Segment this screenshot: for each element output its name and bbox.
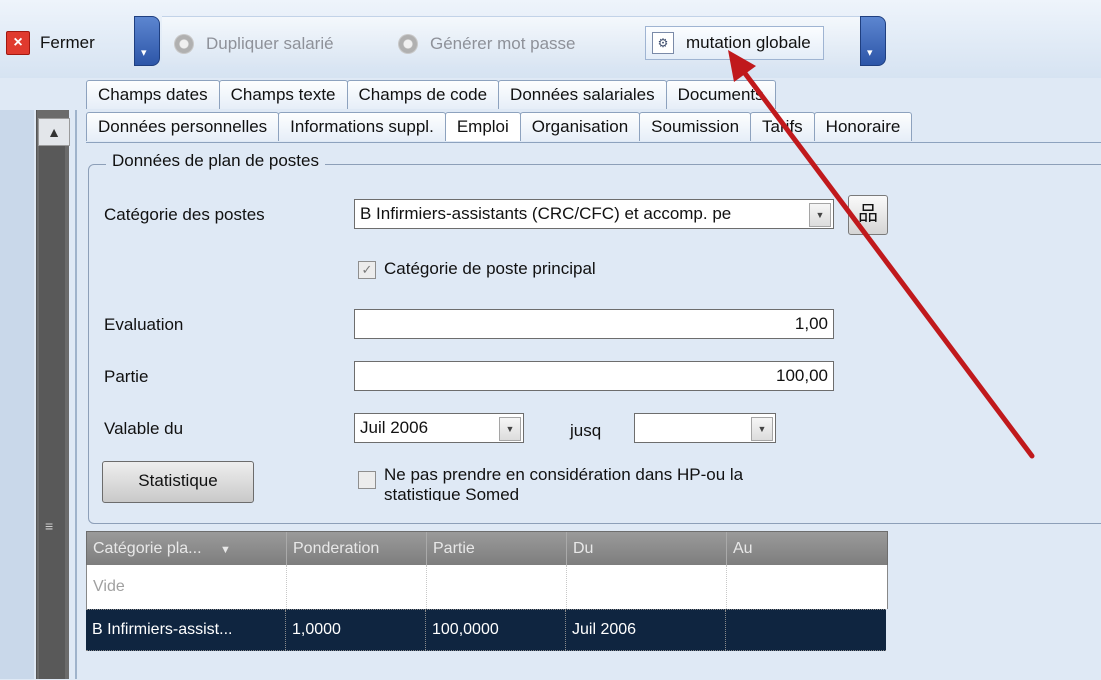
table-cell[interactable] [727, 565, 885, 609]
tab-honoraire[interactable]: Honoraire [813, 112, 913, 141]
exclude-statistic-checkbox[interactable] [358, 471, 376, 489]
tab-row-2: Données personnelles Informations suppl.… [86, 112, 913, 142]
position-grid: Catégorie pla... ▼ Ponderation Partie Du… [86, 531, 888, 680]
tab-organisation[interactable]: Organisation [519, 112, 641, 141]
table-cell-du[interactable]: Juil 2006 [566, 610, 726, 650]
exclude-statistic-line2: statistique Somed [384, 485, 520, 501]
tab-champs-texte[interactable]: Champs texte [218, 80, 348, 109]
tab-content: Données de plan de postes Catégorie des … [86, 142, 1101, 680]
evaluation-label: Evaluation [104, 315, 184, 334]
table-row[interactable]: B Infirmiers-assist... 1,0000 100,0000 J… [86, 609, 886, 651]
vertical-scrollbar[interactable]: ▲ ≡ [36, 110, 70, 679]
evaluation-field[interactable]: 1,00 [354, 309, 834, 339]
tab-champs-de-code[interactable]: Champs de code [346, 80, 500, 109]
table-cell[interactable] [567, 565, 727, 609]
toolbar: × Fermer ▾ Dupliquer salarié Générer mot… [0, 0, 1101, 78]
duplicate-employee-label: Dupliquer salarié [206, 34, 334, 53]
valid-from-label: Valable du [104, 419, 184, 438]
org-chart-button[interactable]: 品 [848, 195, 888, 235]
scroll-up-arrow-icon[interactable]: ▲ [38, 118, 70, 146]
left-panel [0, 110, 34, 679]
exclude-statistic-label: Ne pas prendre en considération dans HP-… [384, 465, 743, 501]
chevron-down-icon[interactable]: ▼ [809, 203, 831, 227]
partie-label: Partie [104, 367, 149, 386]
chevron-down-icon[interactable]: ▼ [751, 417, 773, 441]
column-header-partie[interactable]: Partie [427, 532, 567, 566]
tab-tarifs[interactable]: Tarifs [750, 112, 815, 141]
close-icon: × [6, 31, 30, 55]
tab-informations-suppl[interactable]: Informations suppl. [278, 112, 446, 141]
empty-row-placeholder: Vide [87, 565, 287, 609]
gear-icon [174, 34, 194, 54]
main-category-checkbox[interactable]: ✓ [358, 261, 376, 279]
chevron-down-icon: ▾ [141, 47, 147, 59]
category-label: Catégorie des postes [104, 205, 265, 224]
tab-soumission[interactable]: Soumission [639, 112, 752, 141]
table-cell-au[interactable] [726, 610, 884, 650]
grid-new-row[interactable]: Vide [86, 565, 888, 609]
generate-password-button[interactable]: Générer mot passe [398, 27, 576, 61]
mutation-icon: ⚙ [652, 32, 674, 54]
table-cell-ponderation[interactable]: 1,0000 [286, 610, 426, 650]
global-mutation-label: mutation globale [686, 33, 811, 52]
tab-row-1: Champs dates Champs texte Champs de code… [86, 80, 776, 110]
scrollbar-thumb[interactable]: ≡ [39, 146, 65, 679]
generate-password-label: Générer mot passe [430, 34, 576, 53]
org-chart-icon: 品 [858, 203, 878, 225]
category-select-value: B Infirmiers-assistants (CRC/CFC) et acc… [360, 204, 732, 223]
valid-until-select[interactable]: ▼ [634, 413, 776, 443]
partie-field[interactable]: 100,00 [354, 361, 834, 391]
statistic-button[interactable]: Statistique [102, 461, 254, 503]
table-cell-category[interactable]: B Infirmiers-assist... [86, 610, 286, 650]
duplicate-employee-button[interactable]: Dupliquer salarié [174, 27, 334, 61]
category-select[interactable]: B Infirmiers-assistants (CRC/CFC) et acc… [354, 199, 834, 229]
column-header-au[interactable]: Au [727, 532, 885, 566]
until-label: jusq [570, 421, 602, 440]
splitter[interactable] [75, 110, 77, 679]
tab-champs-dates[interactable]: Champs dates [86, 80, 220, 109]
main-category-label: Catégorie de poste principal [384, 259, 596, 278]
column-header-category[interactable]: Catégorie pla... ▼ [87, 532, 287, 566]
column-header-ponderation[interactable]: Ponderation [287, 532, 427, 566]
column-header-du[interactable]: Du [567, 532, 727, 566]
grid-header: Catégorie pla... ▼ Ponderation Partie Du… [86, 531, 888, 567]
grip-icon: ≡ [45, 518, 54, 534]
table-cell-partie[interactable]: 100,0000 [426, 610, 566, 650]
table-cell[interactable] [427, 565, 567, 609]
sort-desc-icon[interactable]: ▼ [220, 544, 231, 556]
valid-from-select[interactable]: Juil 2006 ▼ [354, 413, 524, 443]
tab-documents[interactable]: Documents [665, 80, 776, 109]
close-button[interactable]: × Fermer [6, 26, 95, 60]
tab-donnees-personnelles[interactable]: Données personnelles [86, 112, 280, 141]
exclude-statistic-line1: Ne pas prendre en considération dans HP-… [384, 465, 744, 484]
tab-donnees-salariales[interactable]: Données salariales [498, 80, 667, 109]
tab-emploi[interactable]: Emploi [444, 112, 521, 141]
toolbar-group-chevron[interactable]: ▾ [860, 16, 886, 66]
gear-icon [398, 34, 418, 54]
groupbox-title: Données de plan de postes [106, 151, 325, 171]
column-header-label: Catégorie pla... [93, 540, 202, 557]
close-button-label: Fermer [40, 33, 95, 52]
chevron-down-icon[interactable]: ▼ [499, 417, 521, 441]
global-mutation-button[interactable]: ⚙ mutation globale [645, 26, 824, 60]
table-cell[interactable] [287, 565, 427, 609]
chevron-down-icon: ▾ [867, 47, 873, 59]
toolbar-group-chevron[interactable]: ▾ [134, 16, 160, 66]
valid-from-value: Juil 2006 [360, 418, 429, 437]
